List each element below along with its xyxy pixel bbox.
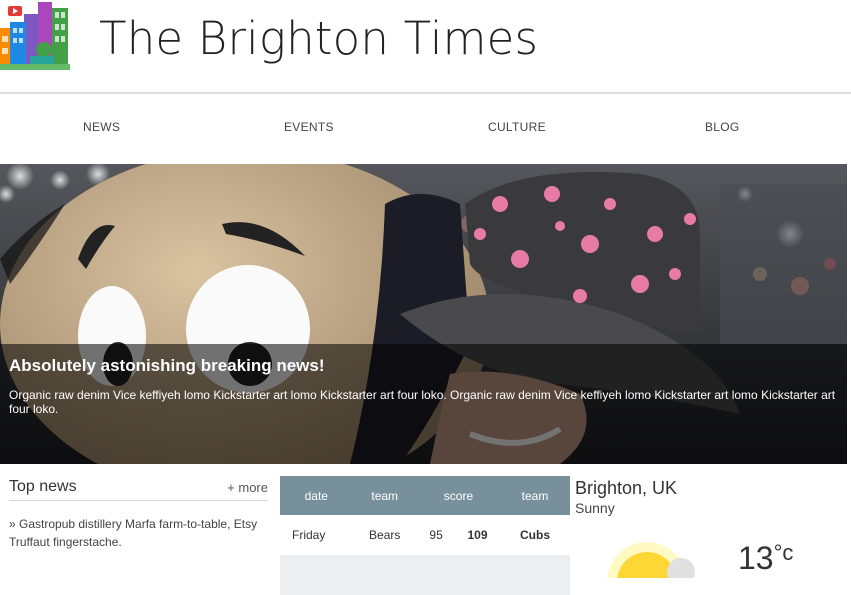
table-row [280,555,570,595]
score-away: 109 [467,528,488,542]
scores-table: date team score team Friday Bears 95 109… [280,476,570,595]
top-news-panel: Top news + more » Gastropub distillery M… [9,476,268,551]
nav-item-blog[interactable]: BLOG [705,120,740,134]
hero-caption: Absolutely astonishing breaking news! Or… [0,344,847,464]
cell-score: 95 109 [417,515,500,555]
weather-widget: Brighton, UK Sunny 13°c [575,476,851,578]
column-header-score: score [416,476,501,515]
cell-score [416,555,501,595]
column-header-date: date [280,476,353,515]
cell-team-2: Cubs [520,528,551,542]
temperature-value: 13 [738,540,774,576]
column-header-team: team [352,476,417,515]
cell-date: Friday [292,528,326,542]
cell-team-2 [500,555,570,595]
site-title[interactable]: The Brighton Times [99,12,538,65]
site-header: The Brighton Times [0,0,851,92]
sun-cloud-icon [607,542,695,578]
weather-city: Brighton, UK [575,478,678,498]
top-news-header: Top news + more [9,476,268,501]
main-nav: NEWS EVENTS CULTURE BLOG [0,110,851,146]
hero-title[interactable]: Absolutely astonishing breaking news! [9,356,325,376]
nav-item-culture[interactable]: CULTURE [488,120,546,134]
temperature: 13°c [738,540,793,577]
table-row: Friday Bears 95 109 Cubs [280,515,570,555]
weather-condition: Sunny [575,500,615,516]
column-header-team-2: team [500,476,570,515]
score-home: 95 [429,528,443,542]
more-link[interactable]: + more [227,480,268,495]
cell-date [280,555,353,595]
scores-header-row: date team score team [280,476,570,515]
cell-team: Bears [369,528,401,542]
hero-text: Organic raw denim Vice keffiyeh lomo Kic… [9,388,836,416]
top-news-item[interactable]: » Gastropub distillery Marfa farm-to-tab… [9,515,268,551]
city-logo-icon[interactable] [0,0,70,70]
top-news-title: Top news [9,478,77,495]
header-shadow [0,92,851,95]
temperature-unit: °c [773,540,794,565]
nav-item-news[interactable]: NEWS [83,120,120,134]
cell-team [352,555,417,595]
hero-banner[interactable]: Absolutely astonishing breaking news! Or… [0,164,847,464]
nav-item-events[interactable]: EVENTS [284,120,334,134]
